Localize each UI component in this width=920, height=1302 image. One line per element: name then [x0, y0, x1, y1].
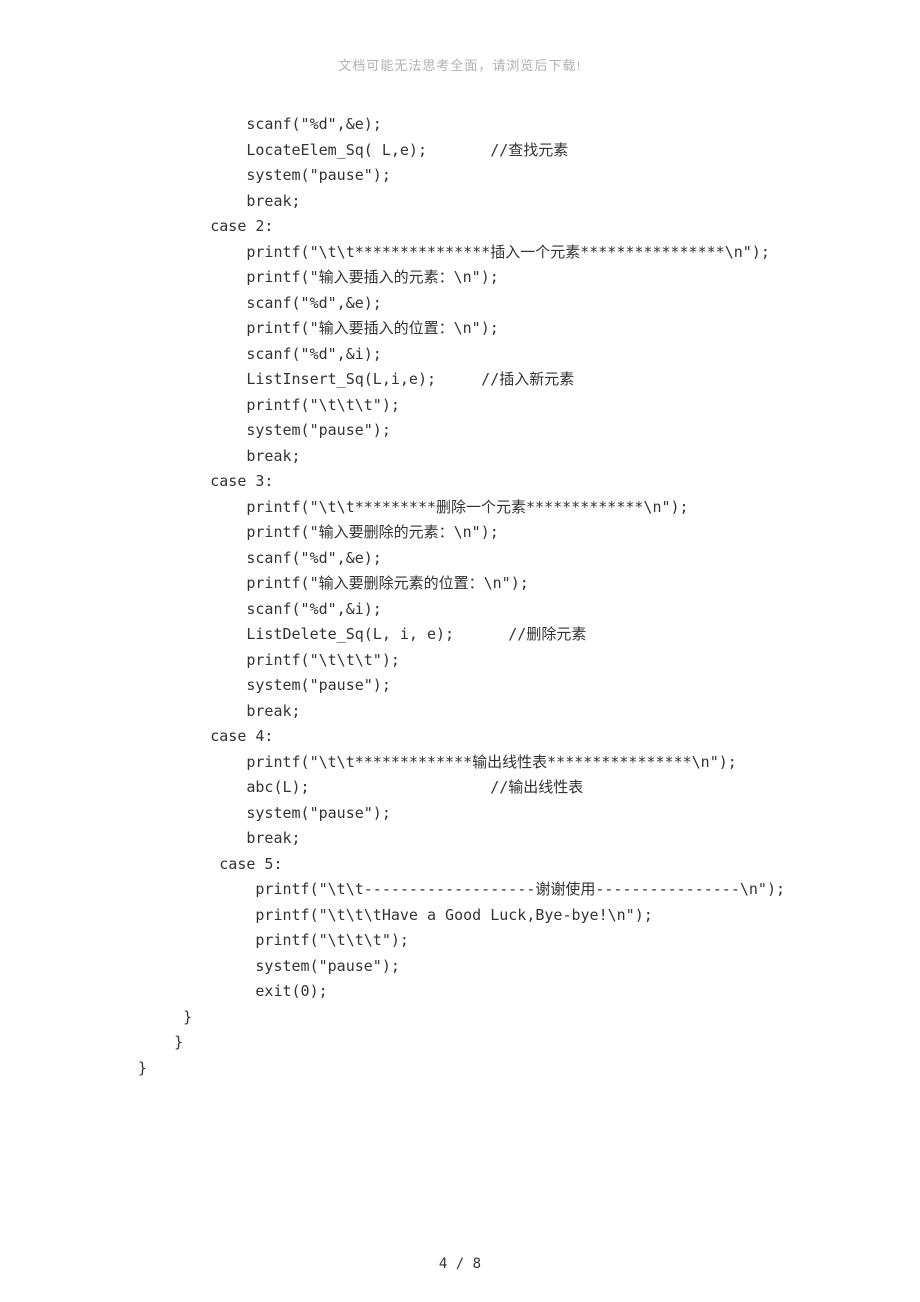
code-line: case 2: — [138, 214, 920, 240]
code-line: break; — [138, 189, 920, 215]
code-line: system("pause"); — [138, 954, 920, 980]
code-line: printf("输入要插入的元素：\n"); — [138, 265, 920, 291]
code-line: case 5: — [138, 852, 920, 878]
code-line: system("pause"); — [138, 163, 920, 189]
code-line: } — [138, 1030, 920, 1056]
page-number: 4 / 8 — [0, 1256, 920, 1272]
code-line: scanf("%d",&i); — [138, 342, 920, 368]
code-line: abc(L); //输出线性表 — [138, 775, 920, 801]
code-line: scanf("%d",&e); — [138, 291, 920, 317]
code-line: printf("\t\t***************插入一个元素*******… — [138, 240, 920, 266]
code-line: } — [138, 1056, 920, 1082]
code-line: printf("输入要删除元素的位置：\n"); — [138, 571, 920, 597]
code-line: printf("输入要插入的位置：\n"); — [138, 316, 920, 342]
code-line: ListInsert_Sq(L,i,e); //插入新元素 — [138, 367, 920, 393]
code-line: printf("输入要删除的元素：\n"); — [138, 520, 920, 546]
code-line: scanf("%d",&e); — [138, 112, 920, 138]
code-line: break; — [138, 826, 920, 852]
code-line: printf("\t\t\t"); — [138, 648, 920, 674]
code-line: printf("\t\t\t"); — [138, 928, 920, 954]
code-line: printf("\t\t\t"); — [138, 393, 920, 419]
code-line: ListDelete_Sq(L, i, e); //删除元素 — [138, 622, 920, 648]
code-line: system("pause"); — [138, 673, 920, 699]
code-line: break; — [138, 444, 920, 470]
code-line: LocateElem_Sq( L,e); //查找元素 — [138, 138, 920, 164]
code-line: printf("\t\t*********删除一个元素*************… — [138, 495, 920, 521]
code-line: exit(0); — [138, 979, 920, 1005]
code-block: scanf("%d",&e); LocateElem_Sq( L,e); //查… — [0, 112, 920, 1081]
code-line: scanf("%d",&e); — [138, 546, 920, 572]
code-line: case 3: — [138, 469, 920, 495]
code-line: printf("\t\t-------------------谢谢使用-----… — [138, 877, 920, 903]
code-line: printf("\t\t\tHave a Good Luck,Bye-bye!\… — [138, 903, 920, 929]
document-page: 文档可能无法思考全面，请浏览后下载! scanf("%d",&e); Locat… — [0, 0, 920, 1302]
code-line: case 4: — [138, 724, 920, 750]
code-line: break; — [138, 699, 920, 725]
code-line: system("pause"); — [138, 418, 920, 444]
code-line: system("pause"); — [138, 801, 920, 827]
code-line: } — [138, 1005, 920, 1031]
header-note: 文档可能无法思考全面，请浏览后下载! — [0, 55, 920, 74]
code-line: scanf("%d",&i); — [138, 597, 920, 623]
code-line: printf("\t\t*************输出线性表**********… — [138, 750, 920, 776]
